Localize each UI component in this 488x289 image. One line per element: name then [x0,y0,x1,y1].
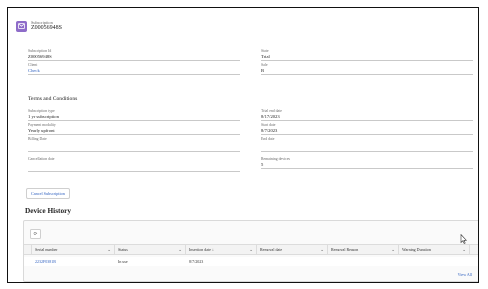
chevron-down-icon[interactable]: ⌄ [178,245,182,254]
chevron-down-icon[interactable]: ⌄ [391,245,395,254]
field-remaining-devices: Remaining devices 5 [261,157,473,169]
column-label: Warning Duration [402,247,431,252]
field-trial-end-date: Trial end date 8/17/2023 [261,109,473,121]
device-history-card: ⟳ Serial number ⌄ Status ⌄ Insertion date … [23,220,478,282]
chevron-down-icon[interactable]: ⌄ [462,245,466,254]
column-header-warning-duration[interactable]: Warning Duration ⌄ [399,245,470,254]
field-label: End date [261,137,275,141]
field-client: Client Check [28,63,240,75]
table-header: Serial number ⌄ Status ⌄ Insertion date ↓ ⌄… [24,244,478,255]
column-label: Status [118,247,128,252]
column-header-removal-date[interactable]: Removal date ⌄ [257,245,328,254]
detail-panel: Subscription Id Z00056948S Client Check … [23,49,473,177]
field-subscription-id: Subscription Id Z00056948S [28,49,240,61]
field-value: 1 yr subscription [28,114,59,119]
field-value: Z00056948S [28,54,52,59]
app-window: Subscription Z00056948S Subscription Id … [7,7,479,283]
field-label: Billing Date [28,137,47,141]
warning-duration-cell [399,257,470,266]
status-cell: In use [118,259,128,264]
record-name: Z00056948S [31,25,63,31]
section-title-terms: Terms and Conditions [28,96,78,102]
field-sale: Sale B [261,63,473,75]
column-header-insertion-date[interactable]: Insertion date ↓ ⌄ [186,245,257,254]
refresh-button[interactable]: ⟳ [30,229,41,239]
cancel-subscription-button[interactable]: Cancel Subscription [26,188,70,199]
column-label: Serial number [35,247,58,252]
chevron-down-icon[interactable]: ⌄ [249,245,253,254]
field-label: Cancellation date [28,157,55,161]
field-value: Yearly upfront [28,128,55,133]
column-header-status[interactable]: Status ⌄ [115,245,186,254]
column-label: Insertion date ↓ [189,247,214,252]
field-start-date: Start date 8/7/2023 [261,123,473,135]
column-header-removal-reason[interactable]: Removal Reason ⌄ [328,245,399,254]
field-end-date: End date [261,137,473,152]
field-value: Trial [261,54,270,59]
record-header: Subscription Z00056948S [16,15,62,37]
field-value: 8/7/2023 [261,128,278,133]
removal-reason-cell [328,257,399,266]
column-header-serial[interactable]: Serial number ⌄ [32,245,115,254]
device-history-title: Device History [25,206,71,215]
field-value: 8/17/2023 [261,114,280,119]
field-subscription-type: Subscription type 1 yr subscription [28,109,240,121]
table-row: 2232F0381B In use 8/7/2023 [24,257,478,266]
field-cancellation-date: Cancellation date [28,157,240,172]
client-link[interactable]: Check [28,68,240,74]
subscription-icon [16,20,27,32]
field-billing-date: Billing Date [28,137,240,152]
view-all-link[interactable]: View All [458,272,472,277]
field-payment-modality: Payment modality Yearly upfront [28,123,240,135]
mouse-cursor-icon [460,234,467,244]
column-label: Removal Reason [331,247,359,252]
serial-link[interactable]: 2232F0381B [32,257,115,266]
insertion-date-cell: 8/7/2023 [189,259,204,264]
refresh-icon: ⟳ [33,232,38,237]
header-spacer [24,245,32,254]
removal-date-cell [257,257,328,266]
chevron-down-icon[interactable]: ⌄ [320,245,324,254]
field-state: State Trial [261,49,473,61]
field-value: 5 [261,162,264,167]
chevron-down-icon[interactable]: ⌄ [107,245,111,254]
column-label: Removal date [260,247,283,252]
field-value: B [261,68,265,73]
